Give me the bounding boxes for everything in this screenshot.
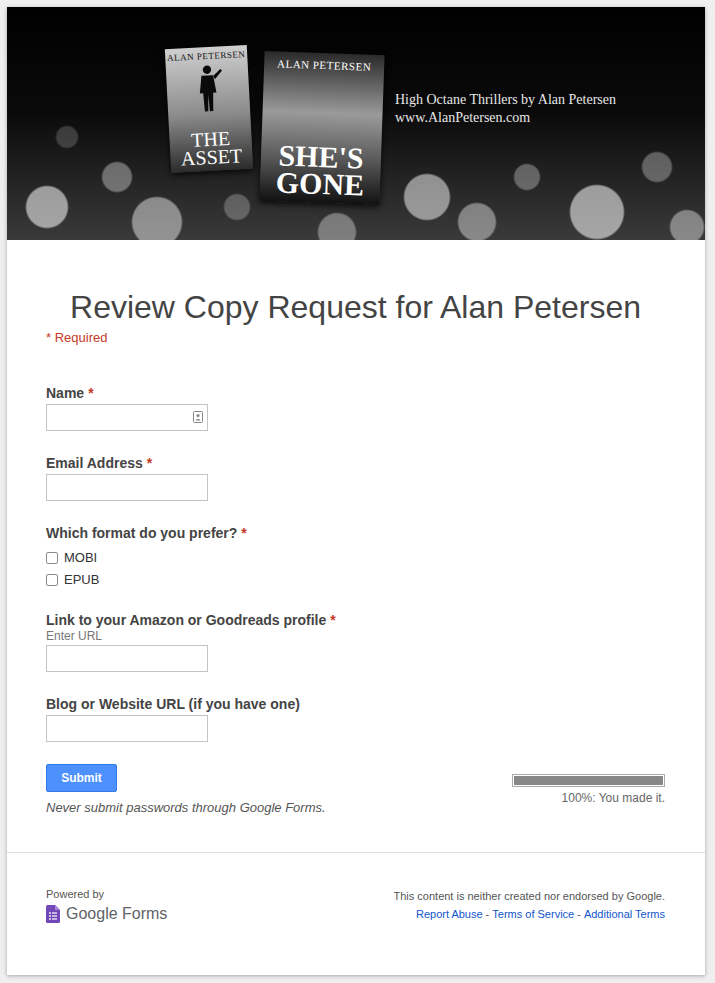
checkbox-option[interactable]: MOBI [46,550,665,566]
option-label: MOBI [64,550,97,566]
page: ALAN PETERSEN THE ASSET ALAN PETERSEN SHE'S… [0,0,715,983]
label-text: Email Address [46,454,143,472]
form-card: ALAN PETERSEN THE ASSET ALAN PETERSEN SHE'S… [7,7,705,975]
cover-title: SHE'S GONE [264,141,378,199]
checkbox[interactable] [46,552,58,564]
form-title: Review Copy Request for Alan Petersen [46,288,665,326]
footer: Powered by Google Forms This content is ne… [7,853,705,943]
site-url: www.AlanPetersen.com [395,109,616,127]
text-input[interactable] [46,404,208,431]
progress-track [512,774,665,787]
banner-text: High Octane Thrillers by Alan Petersenww… [395,7,616,127]
tagline: High Octane Thrillers by Alan Petersen [395,91,616,109]
book-covers: ALAN PETERSEN THE ASSET ALAN PETERSEN SHE'S… [168,7,382,203]
field-label: Name* [46,384,665,402]
form-field: Email Address* [46,454,665,501]
label-text: Name [46,384,84,402]
required-note: * Required [46,330,665,346]
required-mark: * [241,524,246,542]
forms-icon [46,905,60,923]
logo-text: Google Forms [66,905,167,923]
input-wrap [46,645,208,672]
field-label: Which format do you prefer?* [46,524,665,542]
text-input[interactable] [46,715,208,742]
input-wrap [46,474,208,501]
banner: ALAN PETERSEN THE ASSET ALAN PETERSEN SHE'S… [7,7,705,240]
checkbox-group: MOBI EPUB [46,550,665,588]
field-label: Link to your Amazon or Goodreads profile… [46,611,665,629]
cover-title: THE ASSET [172,128,250,168]
text-input[interactable] [46,645,208,672]
footer-link[interactable]: Report Abuse [416,908,483,920]
field-label: Blog or Website URL (if you have one) [46,695,665,713]
text-input[interactable] [46,474,208,501]
progress-label: 100%: You made it. [562,791,665,805]
form-field: Name* [46,384,665,431]
label-text: Which format do you prefer? [46,524,237,542]
form-body: Review Copy Request for Alan Petersen * R… [7,240,705,815]
footer-links: Report Abuse-Terms of Service-Additional… [416,908,665,920]
disclaimer: This content is neither created nor endo… [394,890,666,902]
field-label: Email Address* [46,454,665,472]
field-help: Enter URL [46,629,665,643]
option-label: EPUB [64,572,99,588]
form-field: Blog or Website URL (if you have one) [46,695,665,742]
submit-row: Submit Never submit passwords through Goo… [46,764,665,815]
form-field: Which format do you prefer?* MOBI EPUB [46,524,665,588]
label-text: Link to your Amazon or Goodreads profile [46,611,326,629]
progress-fill [514,776,663,785]
footer-link[interactable]: Terms of Service [492,908,574,920]
contact-card-icon[interactable] [193,411,203,423]
label-text: Blog or Website URL (if you have one) [46,695,300,713]
powered-by: Powered by Google Forms [46,888,167,923]
submit-area: Submit Never submit passwords through Goo… [46,764,326,815]
form-field: Link to your Amazon or Goodreads profile… [46,611,665,672]
required-mark: * [330,611,335,629]
submit-button[interactable]: Submit [46,764,117,792]
checkbox[interactable] [46,574,58,586]
password-warning: Never submit passwords through Google Fo… [46,800,326,815]
progress: 100%: You made it. [512,774,665,805]
powered-by-text: Powered by [46,888,167,900]
footer-link[interactable]: Additional Terms [584,908,665,920]
input-wrap [46,404,208,431]
silhouette-icon [190,62,227,114]
checkbox-option[interactable]: EPUB [46,572,665,588]
required-mark: * [147,454,152,472]
footer-notes: This content is neither created nor endo… [394,888,666,920]
book-cover: ALAN PETERSEN THE ASSET [165,45,253,173]
cover-author: ALAN PETERSEN [277,57,372,72]
link-separator: - [486,908,490,920]
google-forms-logo[interactable]: Google Forms [46,905,167,923]
link-separator: - [577,908,581,920]
field-list: Name*Email Address*Which format do you p… [46,384,665,742]
book-cover: ALAN PETERSEN SHE'S GONE [259,51,384,205]
cover-author: ALAN PETERSEN [167,49,246,63]
required-mark: * [88,384,93,402]
divider [7,852,705,853]
input-wrap [46,715,208,742]
